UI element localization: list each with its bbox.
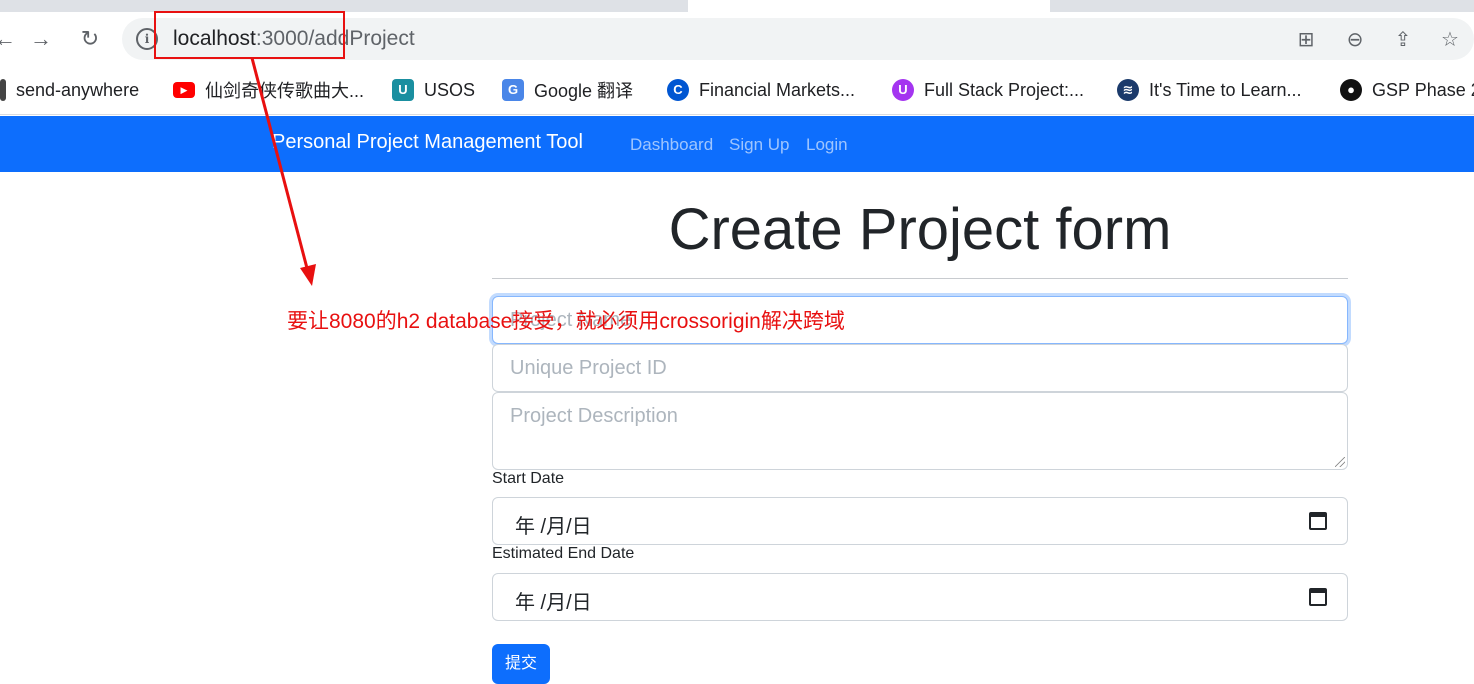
bookmark-label: Google 翻译: [534, 81, 634, 101]
bookmark-star-icon[interactable]: ☆: [1437, 27, 1463, 53]
project-description-placeholder: Project Description: [510, 405, 678, 427]
end-date-label: Estimated End Date: [492, 545, 635, 562]
bookmark-label: send-anywhere: [16, 79, 140, 100]
end-date-value: 年 /月/日: [515, 592, 592, 614]
calendar-icon[interactable]: [1309, 512, 1327, 530]
annotation-highlight-box: [154, 11, 345, 59]
bookmark-label: Full Stack Project:...: [924, 79, 1085, 100]
navbar-brand[interactable]: Personal Project Management Tool: [272, 131, 583, 154]
github-icon: ●: [1340, 79, 1362, 101]
bookmark-label: It's Time to Learn...: [1149, 79, 1302, 100]
resize-handle-icon[interactable]: [1335, 457, 1345, 467]
usos-icon: U: [392, 79, 414, 101]
start-date-input[interactable]: 年 /月/日: [492, 497, 1348, 545]
start-date-label: Start Date: [492, 470, 565, 487]
nav-link-signup[interactable]: Sign Up: [729, 135, 789, 155]
youtube-icon: ▶: [173, 82, 195, 98]
coursera-icon: C: [667, 79, 689, 101]
bookmark-icon: [0, 79, 6, 101]
calendar-icon[interactable]: [1309, 588, 1327, 606]
end-date-input[interactable]: 年 /月/日: [492, 573, 1348, 621]
bookmark-google-translate[interactable]: G Google 翻译: [502, 78, 633, 102]
bookmark-label: 仙剑奇侠传歌曲大...: [205, 81, 365, 101]
bookmark-github[interactable]: ● GSP Phase 2: [1340, 78, 1474, 102]
active-tab[interactable]: [688, 0, 1050, 12]
google-translate-icon: G: [502, 79, 524, 101]
translate-icon[interactable]: ⊞: [1293, 27, 1319, 53]
nav-link-login[interactable]: Login: [806, 135, 848, 155]
bookmark-youtube[interactable]: ▶ 仙剑奇侠传歌曲大...: [173, 78, 364, 102]
start-date-value: 年 /月/日: [515, 516, 592, 538]
annotation-text: 要让8080的h2 database接受，就必须用crossorigin解决跨域: [287, 310, 845, 333]
chrome-divider: [0, 114, 1474, 115]
reload-icon[interactable]: ↻: [77, 26, 103, 52]
project-id-placeholder: Unique Project ID: [510, 357, 667, 379]
bookmark-coursera[interactable]: C Financial Markets...: [667, 78, 855, 102]
nav-link-dashboard[interactable]: Dashboard: [630, 135, 713, 155]
bookmark-label: Financial Markets...: [699, 79, 856, 100]
bookmarks-bar: send-anywhere ▶ 仙剑奇侠传歌曲大... U USOS G Goo…: [0, 70, 1474, 108]
bookmark-usos[interactable]: U USOS: [392, 78, 475, 102]
project-description-textarea[interactable]: Project Description: [492, 392, 1348, 470]
udemy-icon: U: [892, 79, 914, 101]
bookmark-learn[interactable]: ≋ It's Time to Learn...: [1117, 78, 1302, 102]
back-icon[interactable]: ←: [0, 26, 18, 52]
forward-icon[interactable]: →: [28, 26, 54, 52]
bookmark-udemy[interactable]: U Full Stack Project:...: [892, 78, 1084, 102]
bookmark-send-anywhere[interactable]: send-anywhere: [0, 78, 139, 102]
share-icon[interactable]: ⇪: [1390, 27, 1416, 53]
zoom-out-icon[interactable]: ⊖: [1342, 27, 1368, 53]
site-icon: ≋: [1117, 79, 1139, 101]
submit-button[interactable]: 提交: [492, 644, 550, 684]
bookmark-label: GSP Phase 2: [1372, 79, 1474, 100]
page-title: Create Project form: [668, 197, 1172, 262]
title-divider: [492, 278, 1348, 279]
bookmark-label: USOS: [424, 79, 476, 100]
project-id-input[interactable]: Unique Project ID: [492, 344, 1348, 392]
